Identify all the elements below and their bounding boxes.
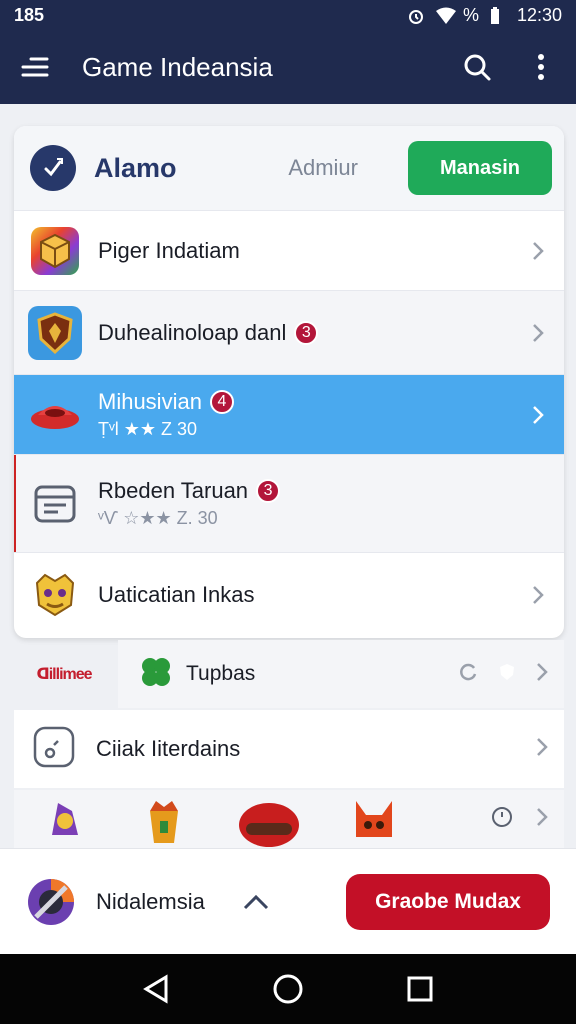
list-item[interactable]: Duhealinoloap danl 3: [14, 290, 564, 374]
shield-outline-icon: [498, 662, 516, 687]
game-icons-strip: [14, 790, 564, 848]
back-icon[interactable]: [136, 969, 176, 1009]
more-vert-icon[interactable]: [524, 50, 558, 84]
chevron-right-icon: [528, 239, 548, 263]
app-bar: Game Indeansia: [0, 30, 576, 104]
red-car-game-icon: [28, 388, 82, 442]
menu-icon[interactable]: [18, 50, 52, 84]
notification-badge: 3: [294, 320, 319, 345]
account-avatar-icon[interactable]: [30, 145, 76, 191]
list-item-label: Tupbas: [186, 662, 256, 685]
chevron-right-icon: [536, 662, 548, 687]
signal-percent: %: [462, 4, 479, 25]
bottom-bar: Nidalemsia Graobe Mudax: [0, 848, 576, 954]
wifi-icon: [435, 7, 456, 24]
recents-icon[interactable]: [400, 969, 440, 1009]
shield-game-icon: [28, 305, 82, 360]
refresh-icon[interactable]: [458, 662, 478, 687]
chevron-right-icon: [528, 583, 548, 607]
status-left-text: 185: [14, 4, 45, 25]
status-bar: 185 % 12:30: [0, 0, 576, 30]
status-right: % 12:30: [407, 5, 562, 26]
cube-game-icon: [28, 224, 82, 278]
brand-strip: ꓷillimee Tupbas: [14, 640, 564, 708]
calendar-icon: [28, 477, 82, 531]
rating-text: ᵛ‎Ѵ ☆★★ Z. 30: [98, 508, 218, 528]
list-item-selected[interactable]: Mihusivian 4 Ṭ‎ᵛl ★★ Z 30: [14, 374, 564, 454]
list-item[interactable]: Piger Indatiam: [14, 210, 564, 290]
chevron-right-icon: [536, 737, 548, 762]
brand-logo-text: ꓷillimee: [36, 666, 92, 683]
notification-badge: 4: [209, 390, 234, 414]
app-outline-icon: [32, 725, 76, 774]
notification-badge: 3: [256, 479, 281, 503]
home-icon[interactable]: [268, 969, 308, 1009]
alarm-icon: [407, 7, 425, 24]
chevron-right-icon: [528, 403, 548, 427]
chevron-right-icon: [536, 807, 548, 832]
clock-icon: [490, 805, 514, 834]
brand-name: Nidalemsia: [96, 888, 205, 914]
list-item-label: Piger Indatiam: [98, 237, 240, 263]
rating-text: Ṭ‎ᵛl ★★ Z 30: [98, 419, 198, 439]
account-name: Alamo: [94, 152, 177, 183]
chevron-up-icon[interactable]: [241, 887, 271, 917]
list-item[interactable]: Ciiak Iiterdains: [14, 710, 564, 788]
page-title: Game Indeansia: [82, 51, 273, 82]
list-item[interactable]: Tupbas: [118, 640, 564, 708]
game-list-card: Alamo Admiur Manasin Piger Indatiam Duhe…: [14, 126, 564, 638]
wizard-game-icon[interactable]: [38, 791, 94, 847]
primary-action-button[interactable]: Graobe Mudax: [346, 873, 550, 930]
battery-icon: [489, 7, 507, 24]
row-accent-mark: [14, 455, 16, 552]
helmet-game-icon[interactable]: [234, 791, 304, 847]
admin-link[interactable]: Admiur: [288, 155, 358, 181]
list-item-label: Duhealinoloap danl: [98, 319, 287, 345]
list-item[interactable]: Rbeden Taruan 3 ᵛ‎Ѵ ☆★★ Z. 30: [14, 454, 564, 552]
fox-game-icon[interactable]: [346, 791, 402, 847]
manage-button[interactable]: Manasin: [408, 141, 552, 195]
search-icon[interactable]: [460, 50, 494, 84]
list-item-label: Mihusivian: [98, 389, 202, 414]
list-item-label: Rbeden Taruan: [98, 478, 249, 503]
chevron-right-icon: [528, 321, 548, 345]
system-nav-bar: [0, 954, 576, 1024]
mask-game-icon: [28, 568, 82, 622]
brand-globe-icon: [26, 877, 76, 927]
list-item-label: Uaticatian Inkas: [98, 581, 255, 607]
card-header: Alamo Admiur Manasin: [14, 126, 564, 210]
clock: 12:30: [516, 4, 562, 25]
list-item-label: Ciiak Iiterdains: [96, 736, 241, 761]
clover-icon: [136, 652, 176, 697]
list-item[interactable]: Uaticatian Inkas: [14, 552, 564, 636]
tower-game-icon[interactable]: [136, 791, 192, 847]
app-bar-actions: [460, 50, 558, 84]
